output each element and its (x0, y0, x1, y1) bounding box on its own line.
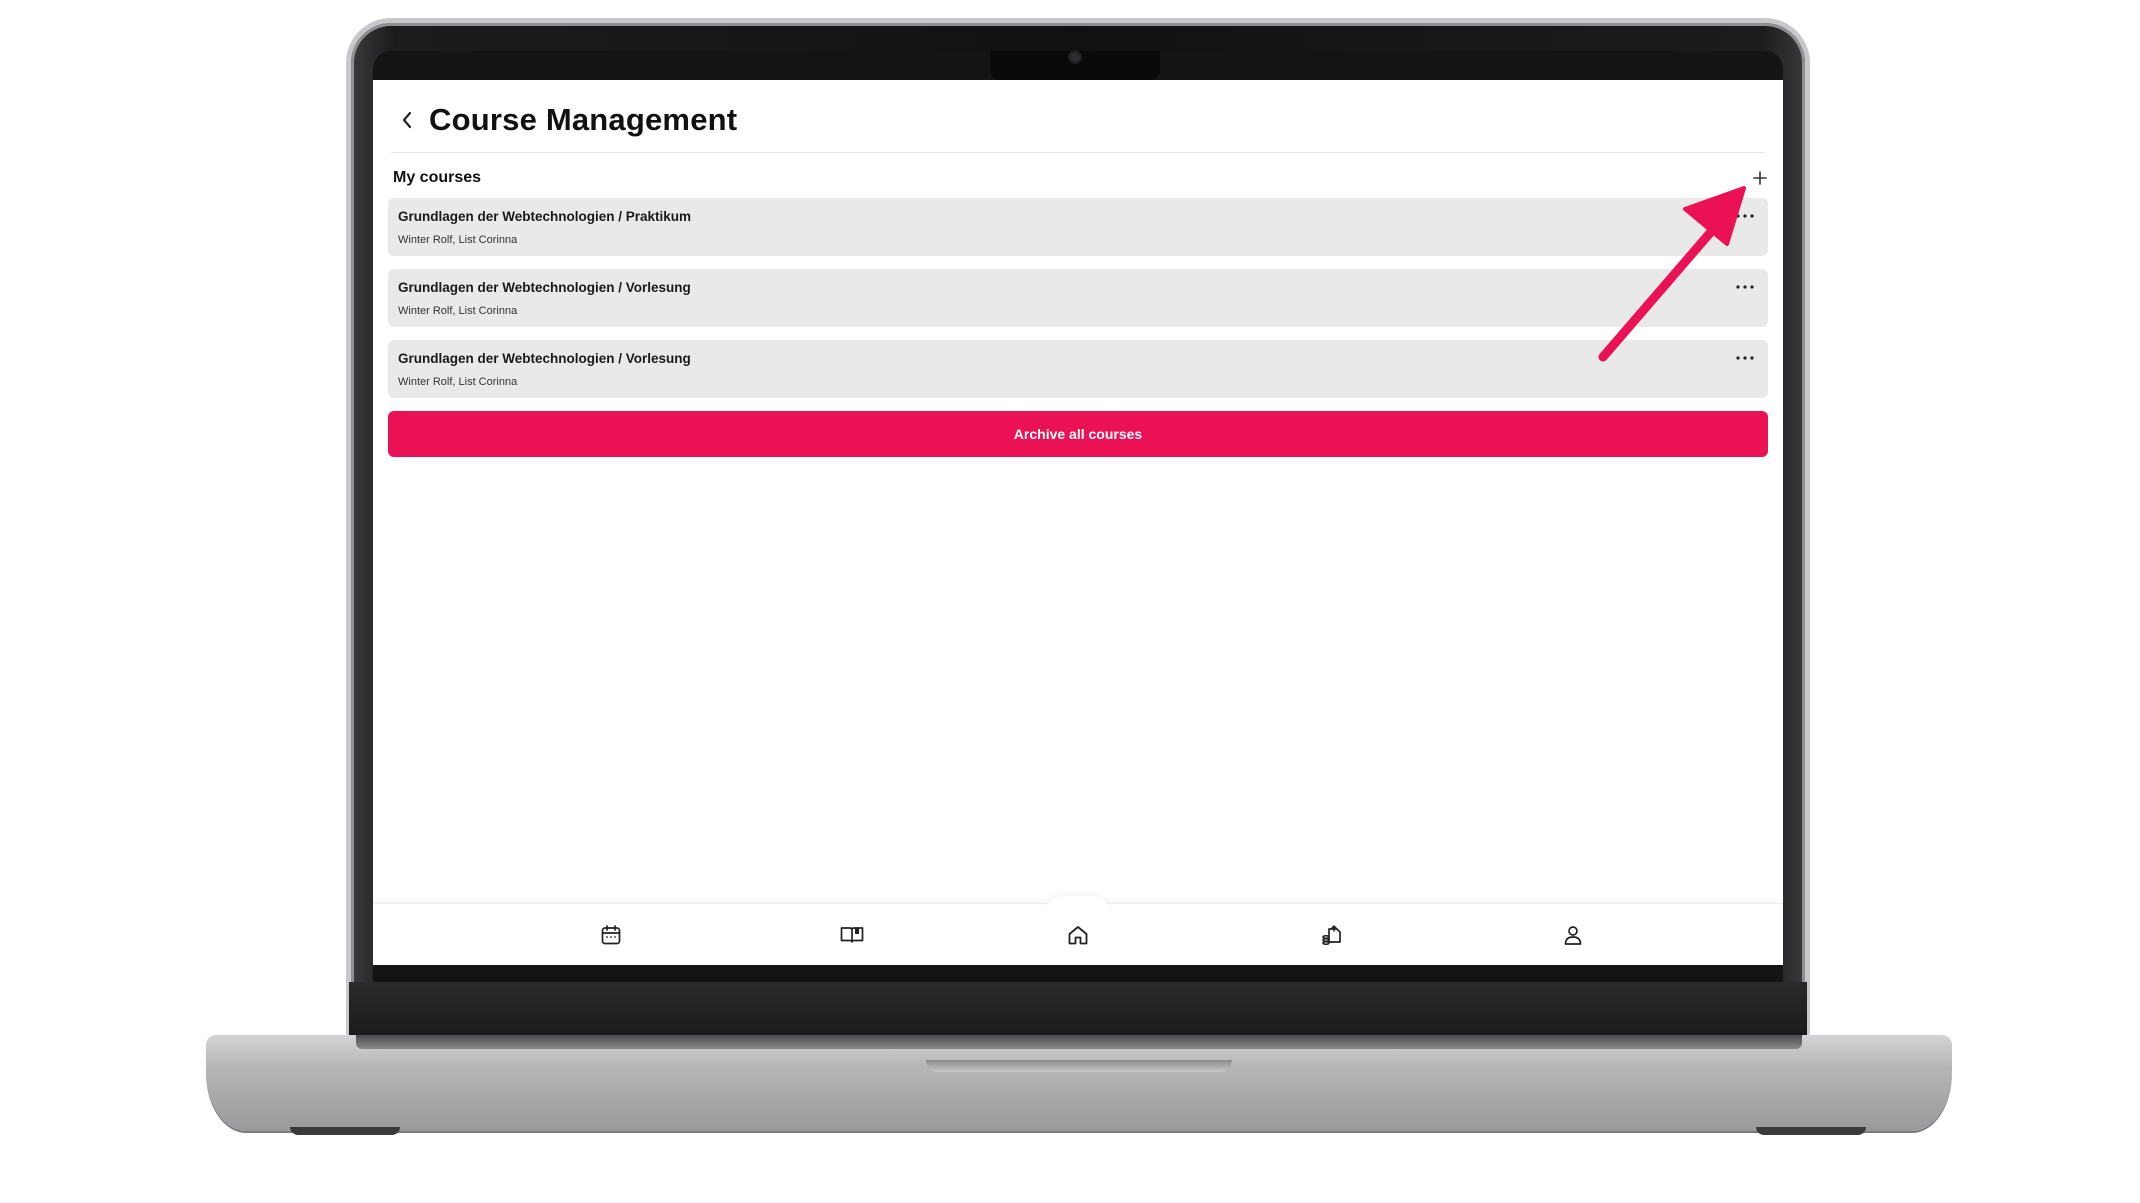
my-courses-header: My courses (391, 166, 1767, 190)
plus-icon[interactable] (1749, 167, 1771, 189)
app-screen: Course Management My courses Grundlagen … (373, 80, 1783, 965)
more-options-icon[interactable] (1732, 277, 1758, 297)
camera-icon (1070, 52, 1080, 62)
home-icon[interactable] (1058, 920, 1098, 950)
laptop-base (206, 1035, 1952, 1131)
lid-opening-notch (926, 1060, 1232, 1072)
more-options-icon[interactable] (1732, 206, 1758, 226)
laptop-chin (349, 982, 1807, 1040)
laptop-hinge (356, 1035, 1802, 1049)
course-list: Grundlagen der Webtechnologien / Praktik… (388, 198, 1768, 411)
tabbar-home-bump (1044, 896, 1112, 916)
course-card[interactable]: Grundlagen der Webtechnologien / Praktik… (388, 198, 1768, 256)
more-options-icon[interactable] (1732, 348, 1758, 368)
course-lecturers: Winter Rolf, List Corinna (398, 305, 518, 317)
course-title: Grundlagen der Webtechnologien / Vorlesu… (398, 280, 691, 295)
page-header: Course Management (397, 100, 737, 140)
book-icon[interactable] (832, 920, 872, 950)
course-lecturers: Winter Rolf, List Corinna (398, 376, 518, 388)
course-card[interactable]: Grundlagen der Webtechnologien / Vorlesu… (388, 269, 1768, 327)
laptop-foot-left (290, 1127, 400, 1135)
course-title: Grundlagen der Webtechnologien / Praktik… (398, 209, 692, 224)
header-divider (391, 152, 1765, 153)
profile-icon[interactable] (1553, 920, 1593, 950)
page-title: Course Management (429, 102, 738, 137)
bottom-tab-bar (373, 896, 1783, 965)
finance-icon[interactable] (1312, 920, 1352, 950)
archive-all-courses-button[interactable]: Archive all courses (388, 411, 1768, 457)
calendar-icon[interactable] (591, 920, 631, 950)
course-title: Grundlagen der Webtechnologien / Vorlesu… (398, 351, 691, 366)
chevron-left-icon[interactable] (397, 110, 417, 130)
course-card[interactable]: Grundlagen der Webtechnologien / Vorlesu… (388, 340, 1768, 398)
section-title: My courses (393, 169, 482, 186)
laptop-foot-right (1756, 1127, 1866, 1135)
course-lecturers: Winter Rolf, List Corinna (398, 234, 518, 246)
